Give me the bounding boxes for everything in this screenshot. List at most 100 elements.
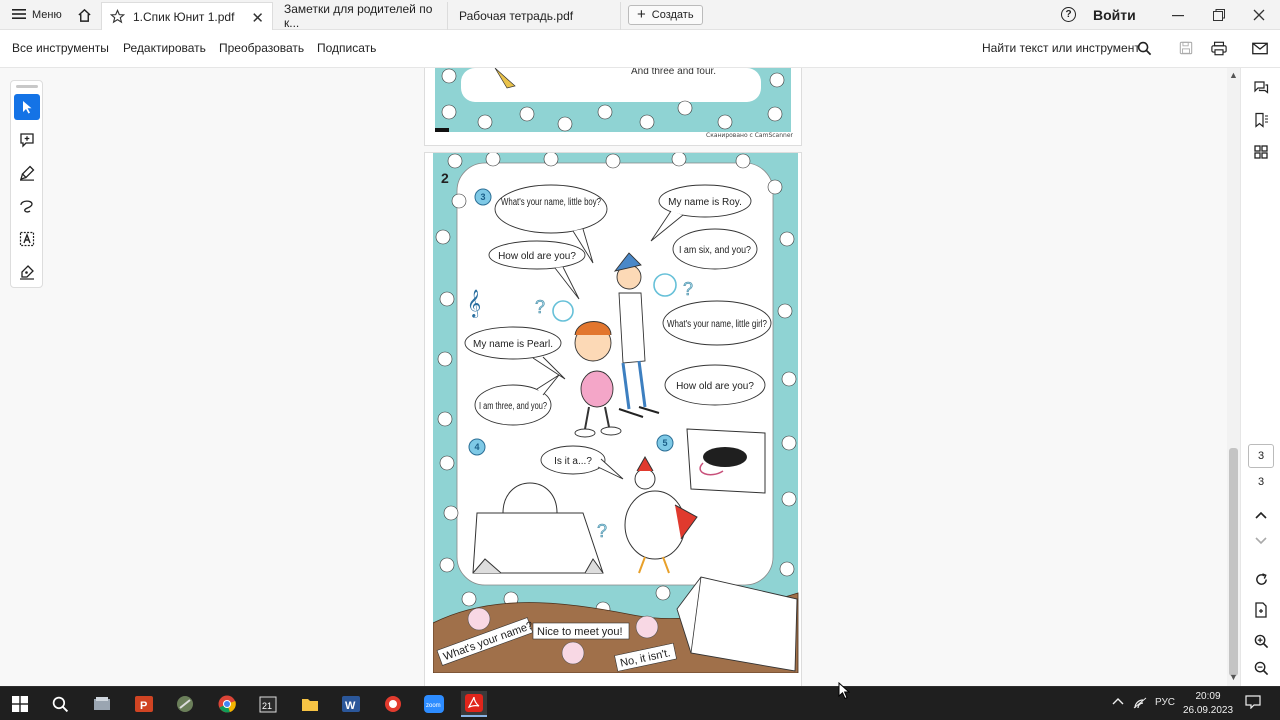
bubble-age-question-2: How old are you? [676,381,754,392]
select-tool-button[interactable] [14,94,40,120]
ccleaner-icon[interactable] [172,691,198,717]
zoom-out-icon[interactable] [1251,658,1271,678]
plus-icon: + [637,6,646,23]
help-icon[interactable]: ? [1061,7,1076,22]
tab-workbook[interactable]: Рабочая тетрадь.pdf [451,2,621,30]
current-page-input[interactable]: 3 [1248,444,1274,468]
all-tools-menu[interactable]: Все инструменты [12,41,109,55]
email-icon[interactable] [1250,38,1270,58]
tab-label: Заметки для родителей по к... [284,2,433,30]
comments-icon[interactable] [1251,78,1271,98]
badge-5: 5 [662,438,667,448]
previous-page-icon[interactable] [1251,505,1271,525]
word-icon[interactable]: W [338,691,364,717]
system-clock[interactable]: 20:09 26.09.2023 [1180,690,1236,718]
tab-label: Рабочая тетрадь.pdf [459,9,574,23]
minimize-icon[interactable] [1168,5,1188,25]
highlight-button[interactable] [14,160,40,186]
svg-text:?: ? [683,279,693,299]
search-icon[interactable] [47,691,73,717]
select-icon [23,101,32,114]
svg-text:𝄞: 𝄞 [467,289,481,318]
close-tab-icon[interactable]: ✕ [251,9,264,27]
calendar-icon[interactable]: 21 [255,691,281,717]
zoom-in-icon[interactable] [1251,631,1271,651]
right-panel-rail: 3 3 [1240,68,1280,686]
rotate-icon[interactable] [1251,569,1271,589]
fill-sign-icon [20,265,34,280]
windows-start-icon[interactable] [7,691,33,717]
tab-active-document[interactable]: 1.Спик Юнит 1.pdf ✕ [101,2,273,30]
draw-freeform-icon [20,200,33,213]
bubble-six-answer: I am six, and you? [679,245,751,256]
svg-text:21: 21 [262,701,272,711]
bubble-pearl-answer: My name is Pearl. [473,339,553,350]
svg-text:P: P [140,700,147,712]
scroll-up-icon[interactable]: ▲ [1229,70,1238,80]
tab-parent-notes[interactable]: Заметки для родителей по к... [276,2,448,30]
find-text-tool[interactable]: Найти текст или инструмент [982,41,1140,55]
bubble-three-answer: I am three, and you? [479,401,547,412]
text-box-button[interactable] [14,226,40,252]
add-comment-button[interactable] [14,127,40,153]
fill-sign-button[interactable] [14,259,40,285]
scroll-down-icon[interactable]: ▼ [1229,672,1238,682]
home-button[interactable] [72,4,96,26]
yandex-icon[interactable] [380,691,406,717]
svg-text:zoom: zoom [426,703,441,709]
vertical-scrollbar[interactable]: ▲ ▼ [1227,68,1240,686]
notification-icon[interactable] [1245,695,1261,712]
sign-in-button[interactable]: Войти [1093,7,1136,23]
chrome-icon[interactable] [214,691,240,717]
menu-button[interactable]: Меню [6,4,68,26]
clock-time: 20:09 [1195,691,1221,702]
badge-4: 4 [474,442,479,452]
drag-handle[interactable] [16,85,38,88]
create-button[interactable]: + Создать [628,5,703,25]
print-icon[interactable] [1209,38,1229,58]
sign-menu[interactable]: Подписать [317,41,376,55]
convert-menu[interactable]: Преобразовать [219,41,304,55]
total-pages-label: 3 [1257,476,1265,488]
tab-label: 1.Спик Юнит 1.pdf [133,9,235,24]
main-toolbar: Все инструменты Редактировать Преобразов… [0,30,1280,68]
bubble-roy-answer: My name is Roy. [668,197,742,208]
page-fit-icon[interactable] [1251,600,1271,620]
bubble-boy-name-question: What's your name, little boy? [501,197,601,208]
restore-icon[interactable] [1209,5,1229,25]
language-indicator[interactable]: РУС [1155,697,1175,708]
document-viewer[interactable]: And three and four. Сканировано с CamSca… [0,68,1240,720]
tray-chevron-icon[interactable] [1112,697,1124,708]
zoom-icon[interactable]: zoom [421,691,447,717]
page-1-artwork: And three and four. [435,68,791,132]
page-2-artwork: 2 3 4 5 What's your name, little boy? My… [433,153,799,673]
save-icon[interactable] [1176,38,1196,58]
acrobat-icon[interactable] [461,691,487,717]
scanned-note-1: Сканировано с CamScanner [706,132,793,139]
pdf-page-2: 2 3 4 5 What's your name, little boy? My… [424,152,802,720]
phrase-nice-to-meet-you: Nice to meet you! [537,626,623,638]
thumbnails-grid-icon[interactable] [1251,142,1271,162]
menu-label: Меню [32,9,62,21]
next-page-icon[interactable] [1251,531,1271,551]
clock-date: 26.09.2023 [1182,705,1234,716]
bubble-girl-name-question: What's your name, little girl? [667,319,767,330]
draw-button[interactable] [14,193,40,219]
bookmarks-icon[interactable] [1251,110,1271,130]
powerpoint-icon[interactable]: P [131,691,157,717]
svg-text:W: W [345,700,356,712]
top-page-text: And three and four. [631,68,716,77]
close-window-icon[interactable] [1249,5,1269,25]
edit-menu[interactable]: Редактировать [123,41,206,55]
bubble-age-question-1: How old are you? [498,251,576,262]
star-icon[interactable] [110,9,125,24]
file-manager-icon[interactable] [89,691,115,717]
highlight-icon [20,165,35,181]
search-icon[interactable] [1134,38,1154,58]
svg-text:?: ? [535,297,545,317]
folder-icon[interactable] [297,691,323,717]
svg-text:?: ? [597,521,607,541]
network-icon[interactable] [1133,697,1147,712]
scrollbar-thumb[interactable] [1229,448,1238,676]
badge-3: 3 [480,192,485,202]
